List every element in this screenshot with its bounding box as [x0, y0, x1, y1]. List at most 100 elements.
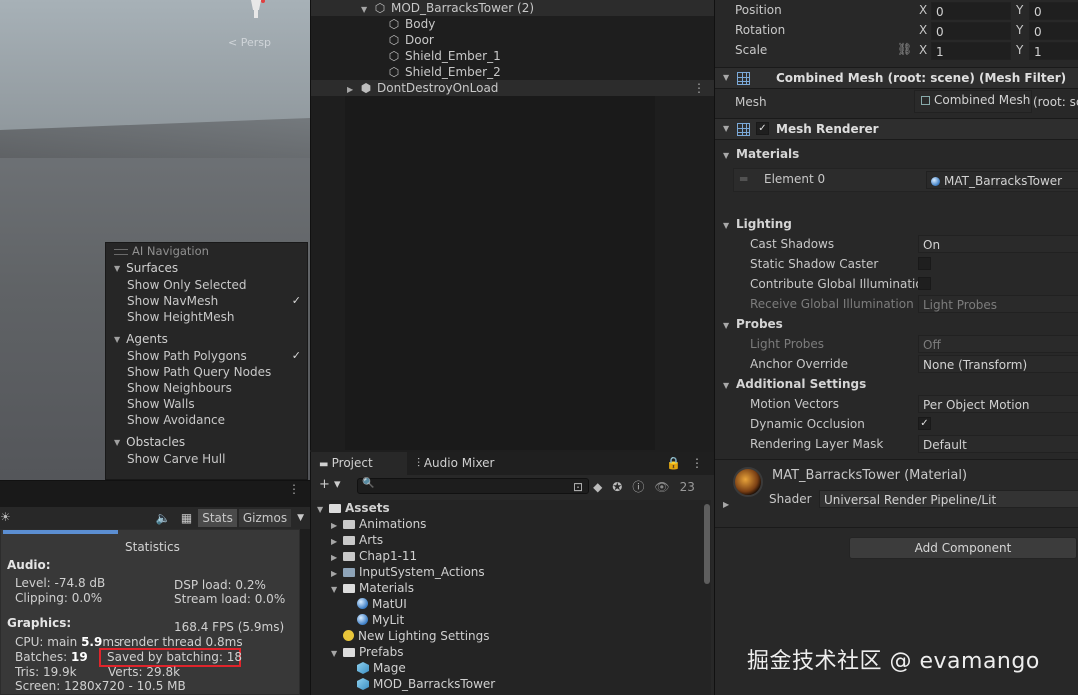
show-carve-hull-toggle[interactable]: Show Carve Hull: [106, 451, 307, 467]
drag-grip-icon[interactable]: [114, 248, 128, 255]
tree-item-new-lighting-settings[interactable]: New Lighting Settings: [343, 628, 490, 644]
hidden-packages-icon[interactable]: 👁: [654, 480, 669, 494]
static-shadow-caster-checkbox[interactable]: [918, 257, 931, 270]
hierarchy-row-door[interactable]: ⬡ Door: [311, 32, 715, 48]
gizmos-dropdown-icon[interactable]: ▼: [293, 509, 308, 527]
rotation-y-field[interactable]: 0: [1029, 22, 1078, 40]
position-y-axis[interactable]: Y: [1016, 3, 1023, 17]
tree-item-inputsystem-actions[interactable]: ▶ InputSystem_Actions: [331, 564, 485, 580]
show-avoidance-toggle[interactable]: Show Avoidance: [106, 412, 307, 428]
tree-item-assets[interactable]: ▼ Assets: [317, 500, 390, 516]
additional-settings-foldout[interactable]: Additional Settings: [736, 377, 866, 391]
gizmos-button[interactable]: Gizmos: [238, 509, 292, 527]
contribute-gi-checkbox[interactable]: [918, 277, 931, 290]
contribute-gi-label[interactable]: Contribute Global Illumination: [750, 277, 930, 291]
project-scrollbar[interactable]: [703, 500, 711, 695]
motion-vectors-dropdown[interactable]: Per Object Motion: [918, 395, 1078, 413]
material-foldout-triangle-icon[interactable]: ▶: [723, 500, 729, 509]
more-options-icon[interactable]: ⋮: [693, 80, 705, 96]
ai-navigation-header[interactable]: AI Navigation: [106, 243, 307, 260]
orientation-gizmo-icon[interactable]: [247, 0, 265, 22]
scene-view[interactable]: < Persp AI Navigation ▼ Surfaces Show Onl…: [0, 0, 310, 480]
expanded-triangle-icon[interactable]: ▼: [723, 124, 729, 133]
settings-bug-icon[interactable]: ☀: [0, 510, 11, 524]
tree-item-prefabs[interactable]: ▼ Prefabs: [331, 644, 404, 660]
scale-y-axis[interactable]: Y: [1016, 43, 1023, 57]
tree-item-chap1-11[interactable]: ▶ Chap1-11: [331, 548, 417, 564]
surfaces-section[interactable]: ▼ Surfaces: [106, 260, 307, 277]
materials-foldout[interactable]: Materials: [736, 147, 799, 161]
tree-item-arts[interactable]: ▶ Arts: [331, 532, 383, 548]
anchor-override-field[interactable]: None (Transform): [918, 355, 1078, 373]
perspective-label[interactable]: < Persp: [228, 36, 271, 49]
rotation-x-axis[interactable]: X: [919, 23, 927, 37]
lock-icon[interactable]: 🔒: [666, 456, 681, 470]
rotation-label[interactable]: Rotation: [735, 23, 785, 37]
tree-item-animations[interactable]: ▶ Animations: [331, 516, 426, 532]
show-heightmesh-toggle[interactable]: Show HeightMesh: [106, 309, 307, 325]
agents-section[interactable]: ▼ Agents: [106, 331, 307, 348]
keyboard-shortcuts-icon[interactable]: ▦: [177, 509, 196, 527]
lighting-foldout[interactable]: Lighting: [736, 217, 792, 231]
tab-audio-mixer[interactable]: ⫶ Audio Mixer: [409, 452, 503, 475]
hierarchy-row-mod-barrackstower[interactable]: ▼ ⬡ MOD_BarracksTower (2): [311, 0, 715, 16]
more-options-icon[interactable]: ⋮: [288, 483, 300, 495]
mesh-filter-header[interactable]: ▼ Combined Mesh (root: scene) (Mesh Filt…: [715, 67, 1078, 89]
show-neighbours-toggle[interactable]: Show Neighbours: [106, 380, 307, 396]
filter-by-label-icon[interactable]: ◆: [593, 480, 602, 494]
rendering-layer-mask-label[interactable]: Rendering Layer Mask: [750, 437, 883, 451]
project-folder-tree[interactable]: ▼ Assets ▶ Animations ▶ Arts ▶ Chap1-11 ▶ Inp…: [311, 500, 703, 695]
tree-item-mage[interactable]: Mage: [357, 660, 406, 676]
materials-triangle-icon[interactable]: ▼: [723, 151, 729, 160]
hierarchy-row-dontdestroyonload[interactable]: ▶ ⬢ DontDestroyOnLoad ⋮: [311, 80, 715, 96]
tree-item-mod-barrackstower[interactable]: MOD_BarracksTower: [357, 676, 495, 692]
position-x-axis[interactable]: X: [919, 3, 927, 17]
show-path-polygons-toggle[interactable]: Show Path Polygons ✓: [106, 348, 307, 364]
show-walls-toggle[interactable]: Show Walls: [106, 396, 307, 412]
stats-button[interactable]: Stats: [198, 509, 237, 527]
search-by-type-icon[interactable]: ⊡: [573, 480, 583, 494]
show-path-query-nodes-toggle[interactable]: Show Path Query Nodes: [106, 364, 307, 380]
mesh-renderer-enabled-checkbox[interactable]: ✓: [756, 122, 769, 135]
expanded-triangle-icon[interactable]: ▼: [331, 646, 343, 662]
rotation-y-axis[interactable]: Y: [1016, 23, 1023, 37]
rendering-layer-mask-dropdown[interactable]: Default: [918, 435, 1078, 453]
scale-label[interactable]: Scale: [735, 43, 767, 57]
favorites-icon[interactable]: ✪: [612, 480, 622, 494]
additional-settings-triangle-icon[interactable]: ▼: [723, 381, 729, 390]
show-navmesh-toggle[interactable]: Show NavMesh ✓: [106, 293, 307, 309]
static-shadow-caster-label[interactable]: Static Shadow Caster: [750, 257, 878, 271]
show-only-selected-toggle[interactable]: Show Only Selected: [106, 277, 307, 293]
position-x-field[interactable]: 0: [931, 2, 1011, 20]
position-y-field[interactable]: 0: [1029, 2, 1078, 20]
ai-navigation-overlay[interactable]: AI Navigation ▼ Surfaces Show Only Select…: [105, 242, 308, 480]
position-label[interactable]: Position: [735, 3, 782, 17]
mesh-object-field-highlight[interactable]: Combined Mesh: [914, 90, 1032, 113]
rotation-x-field[interactable]: 0: [931, 22, 1011, 40]
material-object-field[interactable]: MAT_BarracksTower: [926, 171, 1078, 189]
material-preview-thumbnail[interactable]: [733, 467, 763, 497]
hierarchy-row-shield-ember-1[interactable]: ⬡ Shield_Ember_1: [311, 48, 715, 64]
hierarchy-row-shield-ember-2[interactable]: ⬡ Shield_Ember_2: [311, 64, 715, 80]
shader-dropdown[interactable]: Universal Render Pipeline/Lit: [819, 490, 1078, 508]
scale-x-axis[interactable]: X: [919, 43, 927, 57]
more-options-icon[interactable]: ⋮: [691, 456, 703, 470]
probes-foldout[interactable]: Probes: [736, 317, 783, 331]
obstacles-section[interactable]: ▼ Obstacles: [106, 434, 307, 451]
mesh-label[interactable]: Mesh: [735, 95, 767, 109]
dynamic-occlusion-label[interactable]: Dynamic Occlusion: [750, 417, 865, 431]
motion-vectors-label[interactable]: Motion Vectors: [750, 397, 839, 411]
reorder-handle-icon[interactable]: ═: [740, 172, 747, 186]
expanded-triangle-icon[interactable]: ▼: [331, 582, 343, 598]
scale-y-field[interactable]: 1: [1029, 42, 1078, 60]
tree-item-matui[interactable]: MatUI: [357, 596, 407, 612]
lighting-triangle-icon[interactable]: ▼: [723, 221, 729, 230]
scale-x-field[interactable]: 1: [931, 42, 1011, 60]
tab-project[interactable]: ▬ Project: [311, 452, 407, 475]
expanded-triangle-icon[interactable]: ▼: [317, 502, 329, 518]
element-0-label[interactable]: Element 0: [764, 172, 825, 186]
tree-item-materials[interactable]: ▼ Materials: [331, 580, 414, 596]
anchor-override-label[interactable]: Anchor Override: [750, 357, 848, 371]
dynamic-occlusion-checkbox[interactable]: ✓: [918, 417, 931, 430]
cast-shadows-dropdown[interactable]: On: [918, 235, 1078, 253]
